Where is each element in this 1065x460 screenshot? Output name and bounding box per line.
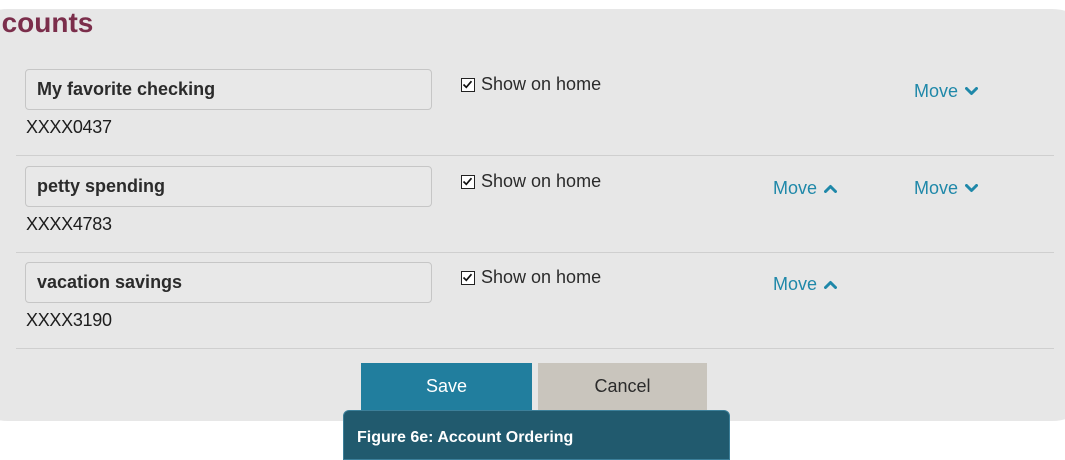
- checkbox-checked-icon[interactable]: [461, 77, 475, 92]
- account-number: XXXX4783: [26, 214, 112, 234]
- move-down-label: Move: [914, 178, 959, 198]
- account-number: XXXX0437: [26, 117, 112, 137]
- chevron-down-icon: [965, 87, 979, 95]
- account-name-input[interactable]: [25, 262, 432, 303]
- page-title: ccounts: [2, 3, 242, 43]
- show-on-home-label: Show on home: [481, 267, 602, 287]
- move-down-link[interactable]: Move: [914, 178, 979, 199]
- show-on-home-toggle[interactable]: Show on home: [461, 74, 601, 95]
- account-row: XXXX3190 Show on home Move: [16, 251, 1054, 349]
- show-on-home-label: Show on home: [481, 74, 602, 94]
- chevron-down-icon: [965, 184, 979, 192]
- show-on-home-toggle[interactable]: Show on home: [461, 171, 601, 192]
- cancel-button[interactable]: Cancel: [538, 363, 707, 410]
- account-name-input[interactable]: [25, 166, 432, 207]
- save-button[interactable]: Save: [361, 363, 532, 410]
- account-number: XXXX3190: [26, 310, 112, 330]
- show-on-home-label: Show on home: [481, 171, 602, 191]
- account-row: XXXX4783 Show on home Move Move: [16, 155, 1054, 253]
- move-up-link[interactable]: Move: [773, 178, 838, 199]
- move-up-link[interactable]: Move: [773, 274, 838, 295]
- page-title-text: ccounts: [2, 7, 94, 38]
- checkbox-checked-icon[interactable]: [461, 270, 475, 285]
- move-down-label: Move: [914, 81, 959, 101]
- move-up-label: Move: [773, 274, 818, 294]
- checkbox-checked-icon[interactable]: [461, 174, 475, 189]
- show-on-home-toggle[interactable]: Show on home: [461, 267, 601, 288]
- move-down-link[interactable]: Move: [914, 81, 979, 102]
- move-up-label: Move: [773, 178, 818, 198]
- account-row: XXXX0437 Show on home Move: [16, 58, 1054, 156]
- account-name-input[interactable]: [25, 69, 432, 110]
- chevron-up-icon: [824, 185, 838, 193]
- chevron-up-icon: [824, 281, 838, 289]
